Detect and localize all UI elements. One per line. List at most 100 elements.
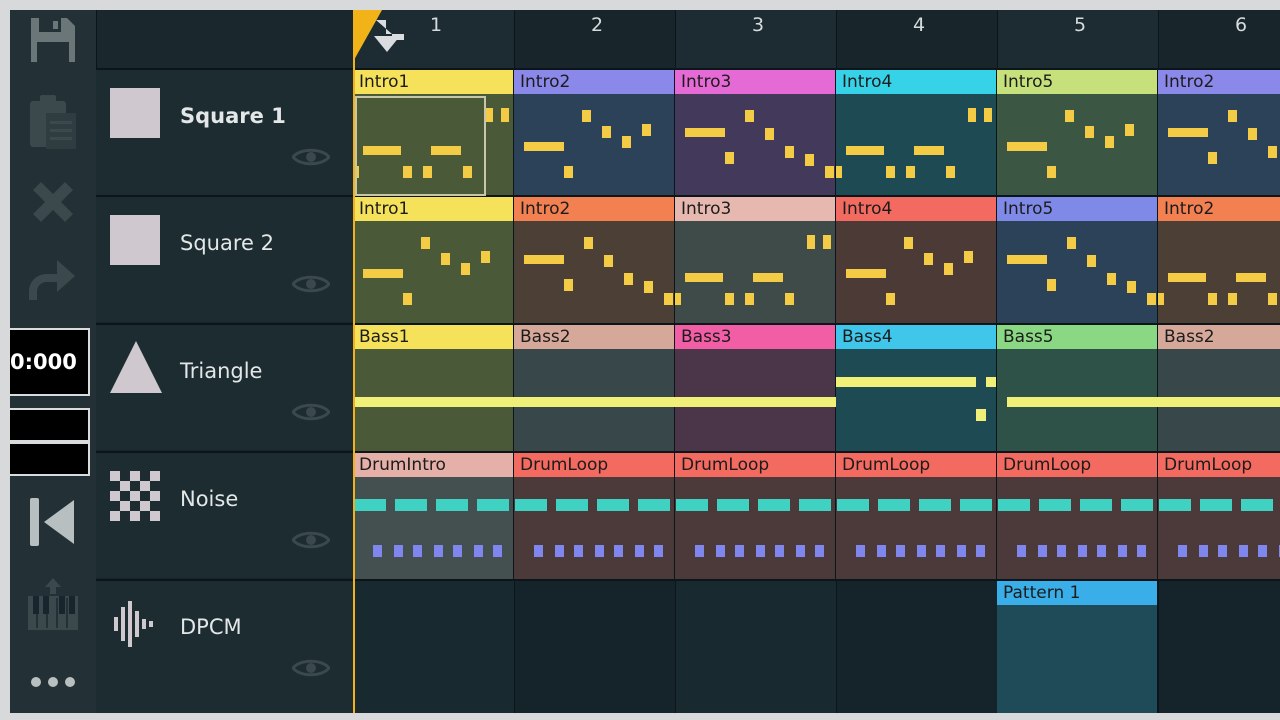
- pattern-body: [1158, 94, 1280, 195]
- note: [1118, 545, 1127, 557]
- note: [1057, 545, 1066, 557]
- pattern-block[interactable]: Intro4: [836, 197, 997, 323]
- pattern-label: Intro2: [1158, 197, 1280, 221]
- note: [1208, 152, 1217, 164]
- pattern-block[interactable]: DrumLoop: [1158, 453, 1280, 579]
- note: [1178, 545, 1187, 557]
- note: [1208, 293, 1217, 305]
- pattern-label: Intro5: [997, 197, 1157, 221]
- note: [919, 499, 951, 511]
- note: [976, 545, 985, 557]
- note: [642, 124, 651, 136]
- note: [354, 499, 386, 511]
- note: [924, 253, 933, 265]
- time-display-text: 0:000: [10, 350, 77, 374]
- channel-dpcm[interactable]: DPCM: [96, 579, 353, 713]
- pattern-block[interactable]: DrumLoop: [997, 453, 1167, 579]
- note: [1047, 166, 1056, 178]
- note: [1248, 128, 1257, 140]
- pattern-body: [997, 221, 1157, 323]
- redo-icon[interactable]: [10, 250, 96, 310]
- pattern-block[interactable]: Intro4: [836, 70, 997, 195]
- jump-arrow-icon[interactable]: [372, 18, 408, 58]
- pattern-block[interactable]: DrumLoop: [514, 453, 684, 579]
- piano-icon[interactable]: [10, 574, 96, 634]
- pattern-block[interactable]: Bass1: [353, 325, 514, 451]
- timeline-column-header[interactable]: 2: [514, 10, 675, 68]
- delete-icon[interactable]: [10, 172, 96, 232]
- app-frame: 0:000 1 2 3 4 5 6 Square 1 Square 2 Triangle: [10, 10, 1280, 713]
- timeline-column-header[interactable]: 5: [997, 10, 1158, 68]
- note: [957, 545, 966, 557]
- note: [998, 499, 1030, 511]
- empty-pattern-cell[interactable]: [836, 579, 997, 713]
- rewind-icon[interactable]: [10, 492, 96, 552]
- pattern-block[interactable]: Bass2: [514, 325, 675, 451]
- channel-name: DPCM: [180, 615, 242, 639]
- pattern-body: [353, 477, 523, 579]
- eye-icon[interactable]: [291, 146, 331, 172]
- empty-pattern-cell[interactable]: [1158, 579, 1280, 713]
- note: [1085, 126, 1094, 138]
- note: [474, 545, 483, 557]
- pattern-block[interactable]: Intro3: [675, 70, 836, 195]
- pattern-block[interactable]: Intro2: [1158, 197, 1280, 323]
- pattern-block[interactable]: Intro1: [353, 197, 514, 323]
- eye-icon[interactable]: [291, 401, 331, 427]
- note: [1125, 124, 1134, 136]
- pattern-block[interactable]: Intro5: [997, 197, 1158, 323]
- note: [960, 499, 992, 511]
- triangle-wave-icon: [108, 339, 164, 395]
- channel-triangle[interactable]: Triangle: [96, 323, 353, 450]
- pattern-block[interactable]: Bass3: [675, 325, 836, 451]
- eye-icon[interactable]: [291, 529, 331, 555]
- channel-noise[interactable]: Noise: [96, 451, 353, 578]
- note: [395, 499, 427, 511]
- pattern-block[interactable]: Bass5: [997, 325, 1158, 451]
- pattern-block[interactable]: Intro2: [1158, 70, 1280, 195]
- note: [936, 545, 945, 557]
- empty-pattern-cell[interactable]: [514, 579, 675, 713]
- save-icon[interactable]: [10, 10, 96, 70]
- channel-square1[interactable]: Square 1: [96, 68, 353, 195]
- empty-pattern-cell[interactable]: [353, 579, 514, 713]
- note: [846, 269, 886, 278]
- pattern-body: [675, 349, 836, 451]
- pattern-body: [997, 605, 1157, 713]
- note: [805, 154, 814, 166]
- pattern-block[interactable]: Bass4: [836, 325, 997, 451]
- pattern-block[interactable]: DrumLoop: [836, 453, 1006, 579]
- note: [986, 377, 996, 387]
- pattern-block[interactable]: Intro5: [997, 70, 1158, 195]
- note: [1067, 237, 1076, 249]
- timeline-column-header[interactable]: 3: [675, 10, 836, 68]
- pattern-block[interactable]: Pattern 1: [997, 581, 1158, 713]
- pattern-block[interactable]: Intro2: [514, 70, 675, 195]
- pattern-block[interactable]: Bass2: [1158, 325, 1280, 451]
- pattern-label: DrumLoop: [836, 453, 996, 477]
- note: [1105, 136, 1114, 148]
- note: [785, 146, 794, 158]
- pattern-label: Intro5: [997, 70, 1157, 94]
- pattern-block[interactable]: DrumIntro: [353, 453, 523, 579]
- note: [624, 273, 633, 285]
- channel-square2[interactable]: Square 2: [96, 195, 353, 322]
- note: [1038, 545, 1047, 557]
- pattern-block[interactable]: Intro2: [514, 197, 675, 323]
- note: [582, 110, 591, 122]
- timeline-column-header[interactable]: 6: [1158, 10, 1280, 68]
- note: [807, 235, 815, 249]
- pattern-block[interactable]: Intro3: [675, 197, 836, 323]
- empty-pattern-cell[interactable]: [675, 579, 836, 713]
- pattern-label: DrumLoop: [675, 453, 835, 477]
- paste-icon[interactable]: [10, 88, 96, 154]
- timeline-column-header[interactable]: 4: [836, 10, 997, 68]
- eye-icon[interactable]: [291, 273, 331, 299]
- more-icon[interactable]: [10, 660, 96, 704]
- note: [675, 397, 836, 407]
- eye-icon[interactable]: [291, 657, 331, 683]
- playhead[interactable]: [353, 10, 355, 713]
- note: [825, 166, 834, 178]
- pattern-block[interactable]: DrumLoop: [675, 453, 845, 579]
- note: [886, 293, 895, 305]
